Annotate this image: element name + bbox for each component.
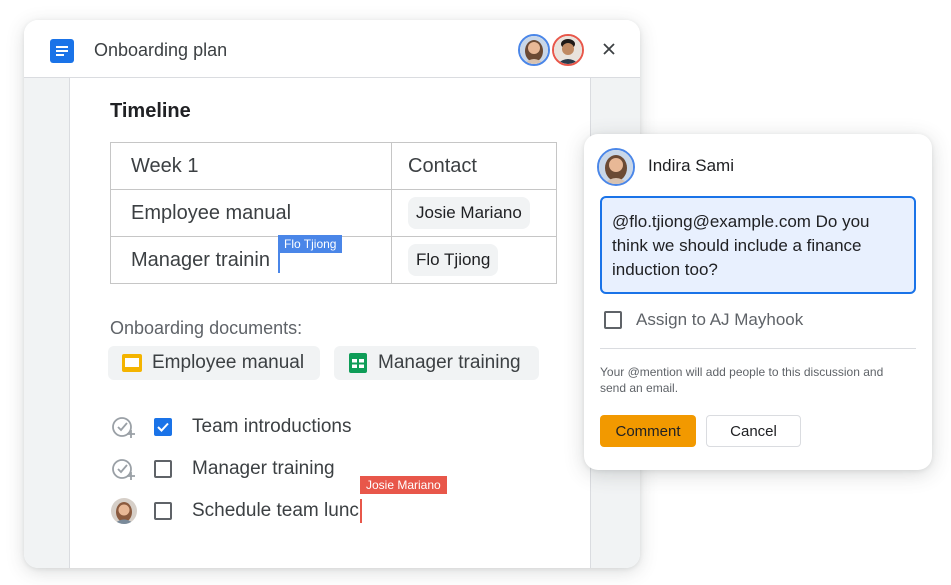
- mention-note: Your @mention will add people to this di…: [600, 365, 884, 395]
- checklist-item: Manager training: [110, 454, 335, 484]
- collaborator-avatar-aj[interactable]: [552, 34, 584, 66]
- google-docs-icon[interactable]: [50, 39, 74, 63]
- avatar-photo-icon: [520, 36, 548, 64]
- collaborator-cursor-label: Flo Tjiong: [278, 235, 343, 253]
- file-chip-label: Manager training: [378, 352, 521, 373]
- sheets-icon: [349, 353, 367, 373]
- document-window: Onboarding plan Timeline Week 1 Contact …: [24, 20, 640, 568]
- slides-icon: [122, 354, 142, 372]
- person-chip[interactable]: Josie Mariano: [408, 197, 530, 229]
- assignee-avatar[interactable]: [111, 498, 137, 524]
- assign-task-icon[interactable]: [110, 455, 138, 483]
- file-chip-label: Employee manual: [152, 352, 305, 373]
- task-label-text: Schedule team lunc: [192, 500, 359, 521]
- table-cell[interactable]: Employee manual: [110, 189, 392, 237]
- file-chip-manager-training[interactable]: Manager training: [334, 346, 539, 380]
- comment-author-avatar: [597, 148, 635, 186]
- document-header: Onboarding plan: [24, 20, 640, 78]
- timeline-table: Week 1 Contact Employee manual Josie Mar…: [110, 142, 557, 284]
- assign-checkbox[interactable]: [604, 311, 622, 329]
- section-heading: Timeline: [110, 100, 191, 122]
- file-chip-employee-manual[interactable]: Employee manual: [108, 346, 320, 380]
- document-page[interactable]: Timeline Week 1 Contact Employee manual …: [69, 78, 591, 568]
- text-caret-josie: [360, 499, 362, 523]
- table-row: Manager trainin Flo Tjiong Flo Tjiong: [110, 235, 557, 284]
- divider: [600, 348, 916, 349]
- cancel-button[interactable]: Cancel: [706, 415, 801, 447]
- table-cell[interactable]: Flo Tjiong: [391, 236, 557, 284]
- table-cell[interactable]: Manager trainin Flo Tjiong: [110, 235, 392, 284]
- checkmark-icon: [157, 422, 169, 432]
- person-chip[interactable]: Flo Tjiong: [408, 244, 499, 276]
- close-icon[interactable]: [598, 38, 620, 60]
- task-label: Schedule team lunc Josie Mariano: [192, 476, 447, 523]
- task-checkbox[interactable]: [154, 418, 172, 436]
- checklist-item: Team introductions: [110, 412, 351, 442]
- comment-button[interactable]: Comment: [600, 415, 696, 447]
- table-row: Employee manual Josie Mariano: [110, 189, 557, 237]
- task-label: Team introductions: [192, 416, 352, 437]
- assign-label: Assign to AJ Mayhook: [636, 310, 804, 329]
- checklist-item: Schedule team lunc Josie Mariano: [110, 476, 447, 526]
- task-label: Manager training: [192, 458, 335, 479]
- avatar-photo-icon: [554, 36, 582, 64]
- table-cell-text: Manager trainin: [131, 248, 270, 271]
- document-canvas: Timeline Week 1 Contact Employee manual …: [24, 78, 640, 568]
- collaborator-cursor-label: Josie Mariano: [360, 476, 447, 494]
- comment-author-name: Indira Sami: [648, 156, 734, 175]
- avatar-photo-icon: [111, 498, 137, 524]
- comment-input[interactable]: @flo.tjiong@example.com Do you think we …: [600, 196, 916, 294]
- table-header-cell[interactable]: Contact: [391, 142, 557, 190]
- assign-task-icon[interactable]: [110, 413, 138, 441]
- collaborator-avatar-indira[interactable]: [518, 34, 550, 66]
- table-header-cell[interactable]: Week 1: [110, 142, 392, 190]
- avatar-photo-icon: [599, 150, 633, 184]
- comment-panel: Indira Sami @flo.tjiong@example.com Do y…: [584, 134, 932, 470]
- document-title: Onboarding plan: [94, 40, 228, 60]
- table-row: Week 1 Contact: [110, 142, 557, 190]
- assign-checkbox-row[interactable]: Assign to AJ Mayhook: [604, 310, 803, 330]
- task-checkbox[interactable]: [154, 460, 172, 478]
- task-checkbox[interactable]: [154, 502, 172, 520]
- documents-label: Onboarding documents:: [110, 318, 303, 338]
- table-cell[interactable]: Josie Mariano: [391, 189, 557, 237]
